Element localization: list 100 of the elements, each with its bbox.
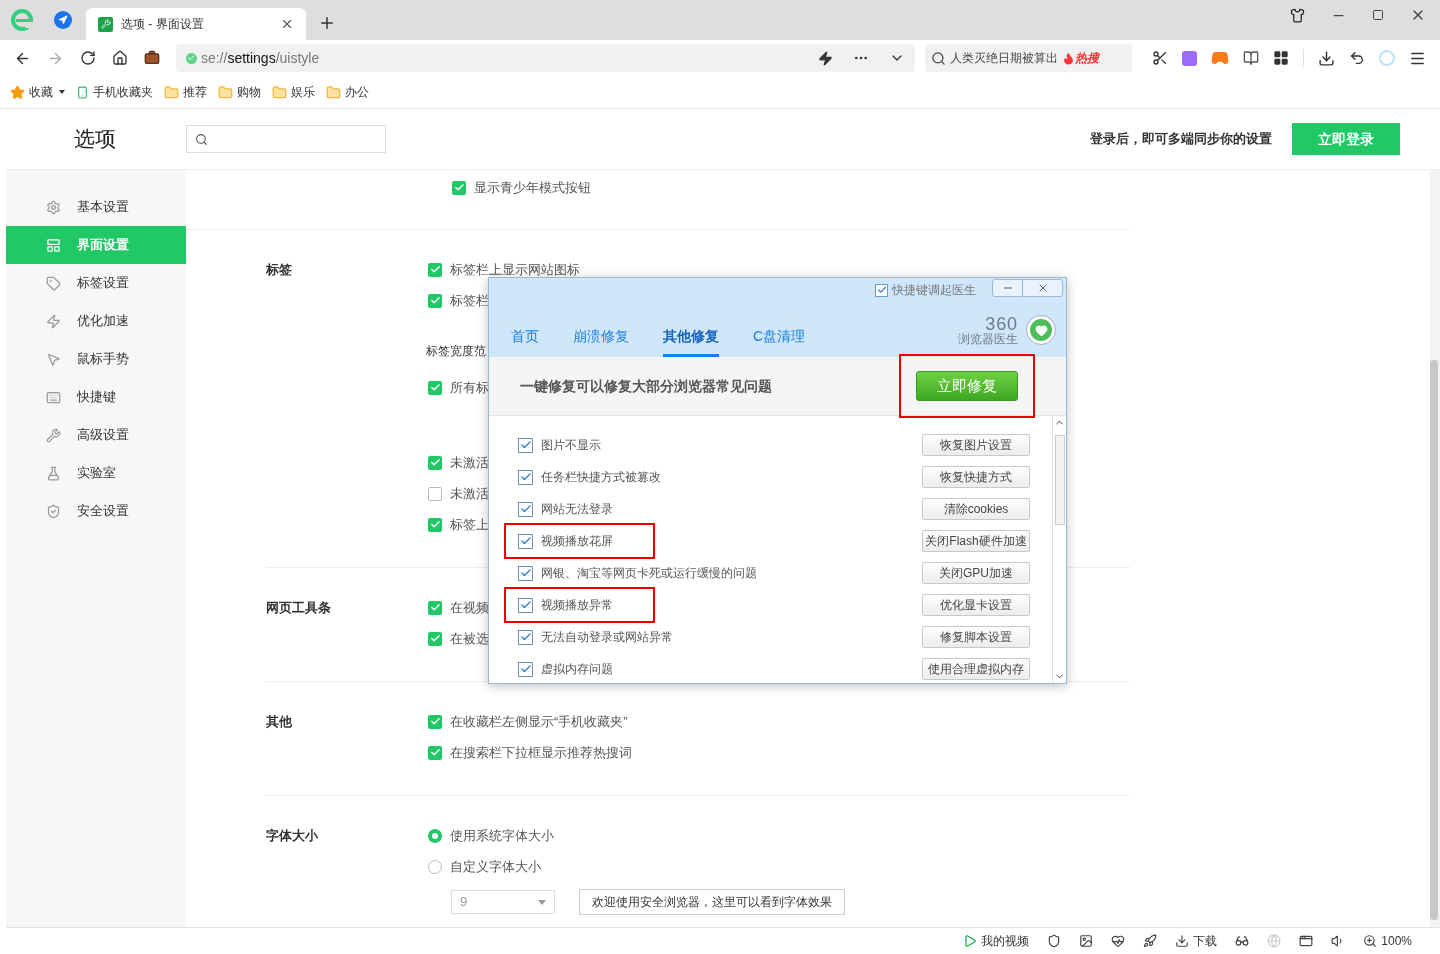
fix-action-button[interactable]: 关闭Flash硬件加速 <box>922 530 1030 552</box>
checkbox[interactable] <box>428 293 442 308</box>
radio-button[interactable] <box>428 828 442 843</box>
section-title: 其他 <box>266 712 292 731</box>
checkbox[interactable] <box>428 455 442 470</box>
fix-action-button[interactable]: 优化显卡设置 <box>922 594 1030 616</box>
checkbox[interactable] <box>518 469 533 485</box>
secure-icon <box>185 52 197 64</box>
folder-icon <box>326 84 341 100</box>
skin-icon[interactable] <box>1290 7 1305 23</box>
radio-button[interactable] <box>428 859 442 874</box>
apps-icon[interactable] <box>1273 50 1289 66</box>
undo-icon[interactable] <box>1349 50 1365 66</box>
fix-action-button[interactable]: 使用合理虚拟内存 <box>922 658 1030 680</box>
mouse-pointer-icon <box>46 351 61 367</box>
bookmark-item[interactable]: 手机收藏夹 <box>76 83 153 101</box>
fix-action-button[interactable]: 恢复快捷方式 <box>922 466 1030 488</box>
book-icon[interactable] <box>1243 50 1259 66</box>
bookmark-item[interactable]: 办公 <box>326 83 369 101</box>
sidebar-item[interactable]: 标签设置 <box>6 264 186 302</box>
checkbox[interactable] <box>518 629 533 645</box>
checkbox[interactable] <box>518 597 533 613</box>
sidebar-item[interactable]: 实验室 <box>6 454 186 492</box>
search-icon <box>931 50 947 66</box>
address-bar[interactable]: se://settings/uistyle <box>175 44 916 72</box>
bookmark-item[interactable]: 娱乐 <box>272 83 315 101</box>
checkbox[interactable] <box>428 380 442 395</box>
hotkey-checkbox[interactable] <box>875 283 888 297</box>
zoom-icon <box>1363 934 1378 948</box>
scrollbar[interactable] <box>1052 416 1066 683</box>
download-icon[interactable] <box>1318 49 1335 67</box>
sidebar-item[interactable]: 安全设置 <box>6 492 186 530</box>
checkbox[interactable] <box>428 517 442 532</box>
status-bar-button[interactable]: 我的视频 <box>963 932 1030 950</box>
checkbox[interactable] <box>518 661 533 677</box>
problem-label: 无法自动登录或网站异常 <box>541 629 673 646</box>
lightning-icon[interactable] <box>818 50 834 66</box>
shield-icon[interactable] <box>1047 934 1062 948</box>
problem-label: 网站无法登录 <box>541 501 613 518</box>
search-icon <box>195 132 208 146</box>
checkbox[interactable] <box>428 486 442 501</box>
gamepad-icon[interactable] <box>1211 49 1229 67</box>
checkbox[interactable] <box>428 631 442 646</box>
hotkey-label: 快捷键调起医生 <box>892 282 976 299</box>
settings-search-field[interactable] <box>186 125 386 153</box>
checkbox[interactable] <box>518 501 533 517</box>
option-label: 显示青少年模式按钮 <box>474 178 591 197</box>
bookmark-item[interactable]: 推荐 <box>164 83 207 101</box>
briefcase-icon[interactable] <box>143 50 160 66</box>
sidebar-item[interactable]: 高级设置 <box>6 416 186 454</box>
flask-icon <box>46 465 61 481</box>
checkbox[interactable] <box>428 745 442 760</box>
sidebar-item[interactable]: 鼠标手势 <box>6 340 186 378</box>
fix-action-button[interactable]: 恢复图片设置 <box>922 434 1030 456</box>
bookmark-item[interactable]: 收藏 <box>10 83 53 101</box>
close-icon[interactable] <box>280 17 294 31</box>
home-icon[interactable] <box>111 50 128 66</box>
checkbox[interactable] <box>518 533 533 549</box>
sidebar-item[interactable]: 基本设置 <box>6 188 186 226</box>
dropdown-icon[interactable] <box>59 90 65 94</box>
glasses-icon[interactable] <box>1235 934 1250 948</box>
checkbox[interactable] <box>428 714 442 729</box>
keyboard-icon <box>46 389 61 405</box>
rocket-icon[interactable] <box>1143 934 1158 948</box>
status-bar-button[interactable]: 100% <box>1363 932 1412 950</box>
browser-tab[interactable]: 选项 - 界面设置 <box>86 8 306 40</box>
option-label: 标签栏上显示网站图标 <box>450 260 580 279</box>
repair-hint: 一键修复可以修复大部分浏览器常见问题 <box>520 376 772 396</box>
maximize-icon[interactable] <box>1372 9 1384 21</box>
fix-action-button[interactable]: 清除cookies <box>922 498 1030 520</box>
sidebar-item[interactable]: 快捷键 <box>6 378 186 416</box>
checkbox[interactable] <box>518 565 533 581</box>
section-title: 字体大小 <box>266 826 318 845</box>
search-bar[interactable]: 人类灭绝日期被算出 热搜 <box>925 44 1132 72</box>
checkbox[interactable] <box>518 437 533 453</box>
scissors-icon[interactable] <box>1152 50 1168 66</box>
scrollbar-thumb[interactable] <box>1054 434 1065 525</box>
new-tab-icon[interactable] <box>318 14 336 32</box>
bookmark-item[interactable]: 购物 <box>218 83 261 101</box>
reload-icon[interactable] <box>79 50 96 66</box>
checkbox[interactable] <box>452 180 466 195</box>
option-label: 在视频 <box>450 598 489 617</box>
window-icon[interactable] <box>1299 934 1314 948</box>
heart-logo-icon <box>1026 315 1056 345</box>
status-bar-button[interactable]: 下载 <box>1175 932 1218 950</box>
fix-action-button[interactable]: 关闭GPU加速 <box>922 562 1030 584</box>
navigation-icon[interactable] <box>54 11 72 29</box>
page-scrollbar[interactable] <box>1430 170 1440 927</box>
checkbox[interactable] <box>428 600 442 615</box>
logo-number: 360 <box>985 315 1018 333</box>
checkbox[interactable] <box>428 262 442 277</box>
option-label: 未激活 <box>450 484 489 503</box>
sidebar-item[interactable]: 优化加速 <box>6 302 186 340</box>
section-title: 标签 <box>266 260 292 279</box>
fix-action-button[interactable]: 修复脚本设置 <box>922 626 1030 648</box>
option-label: 在搜索栏下拉框显示推荐热搜词 <box>450 743 632 762</box>
lightning-icon <box>46 313 61 329</box>
heart-pulse-icon[interactable] <box>1111 934 1126 948</box>
tag-icon <box>46 275 61 291</box>
image-icon[interactable] <box>1079 934 1094 948</box>
